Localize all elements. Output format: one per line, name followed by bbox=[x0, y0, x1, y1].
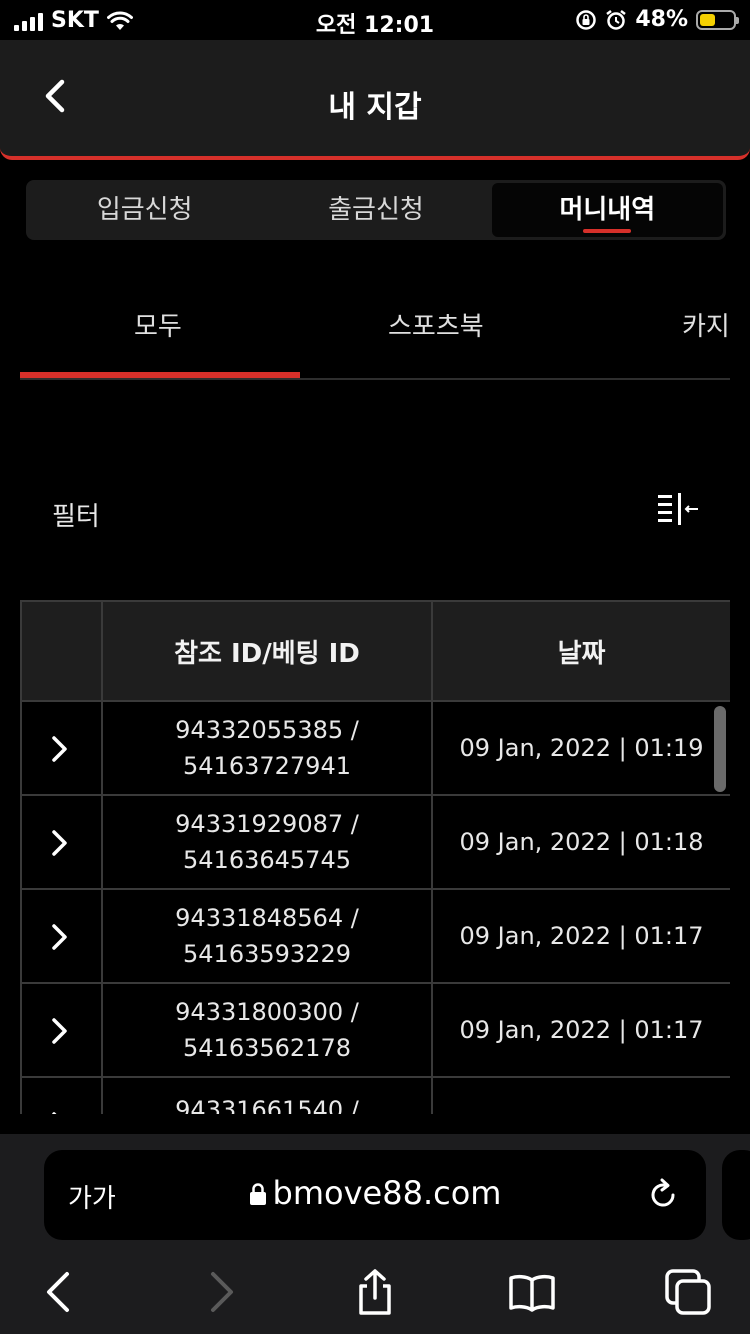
chevron-right-icon[interactable] bbox=[48, 922, 72, 952]
ref-id-cell: 94331929087 / 54163645745 bbox=[101, 794, 433, 890]
date-cell: 09 Jan, 2022 | 01:18 bbox=[431, 794, 730, 890]
ref-id: 94331929087 / bbox=[175, 810, 359, 838]
browser-back-icon[interactable] bbox=[36, 1268, 84, 1316]
battery-level bbox=[700, 13, 716, 26]
filter-label: 필터 bbox=[52, 502, 100, 532]
column-header-date: 날짜 bbox=[431, 600, 730, 702]
bookmarks-icon[interactable] bbox=[508, 1268, 556, 1316]
expand-cell[interactable] bbox=[20, 982, 103, 1078]
table-row[interactable]: 94331661540 / bbox=[20, 1076, 730, 1114]
browser-forward-icon[interactable] bbox=[196, 1268, 244, 1316]
chevron-right-icon[interactable] bbox=[48, 828, 72, 858]
table-row[interactable]: 94331800300 / 54163562178 09 Jan, 2022 |… bbox=[20, 982, 730, 1078]
expand-cell[interactable] bbox=[20, 888, 103, 984]
subtab-casino[interactable]: 카지 bbox=[682, 306, 730, 343]
date-cell: 09 Jan, 2022 | 01:17 bbox=[431, 888, 730, 984]
reload-icon[interactable] bbox=[646, 1178, 680, 1212]
table-scrollbar[interactable] bbox=[714, 706, 726, 792]
chevron-right-icon[interactable] bbox=[48, 1110, 72, 1114]
tab-money-history[interactable]: 머니내역 bbox=[491, 183, 723, 237]
alarm-icon bbox=[606, 9, 627, 30]
browser-chrome: 가가 bmove88.com bbox=[0, 1134, 750, 1334]
tab-label: 머니내역 bbox=[559, 195, 656, 225]
address-bar[interactable]: 가가 bmove88.com bbox=[44, 1150, 706, 1240]
table-row[interactable]: 94332055385 / 54163727941 09 Jan, 2022 |… bbox=[20, 700, 730, 796]
category-tabs: 모두 스포츠북 카지 bbox=[20, 290, 730, 380]
date-cell: 09 Jan, 2022 | 01:19 bbox=[431, 700, 730, 796]
expand-cell[interactable] bbox=[20, 794, 103, 890]
ref-id: 94331661540 / bbox=[175, 1096, 359, 1114]
tabs-icon[interactable] bbox=[664, 1268, 712, 1316]
ref-id: 94331800300 / bbox=[175, 998, 359, 1026]
bet-id: 54163727941 bbox=[183, 752, 351, 780]
chevron-right-icon[interactable] bbox=[48, 734, 72, 764]
table-header-row: 참조 ID/베팅 ID 날짜 bbox=[20, 600, 730, 702]
tab-label: 출금신청 bbox=[328, 195, 424, 225]
expand-cell[interactable] bbox=[20, 1076, 103, 1114]
table-row[interactable]: 94331929087 / 54163645745 09 Jan, 2022 |… bbox=[20, 794, 730, 890]
battery-percentage: 48% bbox=[635, 7, 688, 32]
table-row[interactable]: 94331848564 / 54163593229 09 Jan, 2022 |… bbox=[20, 888, 730, 984]
subtab-sportsbook[interactable]: 스포츠북 bbox=[388, 306, 484, 343]
orientation-lock-icon bbox=[576, 9, 597, 30]
expand-cell[interactable] bbox=[20, 700, 103, 796]
subtab-all[interactable]: 모두 bbox=[134, 306, 182, 343]
filter-collapse-icon[interactable] bbox=[656, 491, 700, 527]
url-display[interactable]: bmove88.com bbox=[44, 1174, 706, 1212]
bet-id: 54163593229 bbox=[183, 940, 351, 968]
tab-deposit-request[interactable]: 입금신청 bbox=[29, 183, 260, 237]
battery-icon bbox=[696, 9, 739, 30]
ref-id-cell: 94331848564 / 54163593229 bbox=[101, 888, 433, 984]
url-text: bmove88.com bbox=[272, 1174, 502, 1212]
share-icon[interactable] bbox=[351, 1268, 399, 1316]
tab-label: 입금신청 bbox=[96, 195, 193, 225]
column-header-ref-id: 참조 ID/베팅 ID bbox=[101, 600, 433, 702]
history-table: 참조 ID/베팅 ID 날짜 94332055385 / 54163727941… bbox=[20, 600, 730, 1114]
wallet-tabs: 입금신청 출금신청 머니내역 bbox=[26, 180, 726, 240]
page-title: 내 지갑 bbox=[328, 90, 422, 125]
ref-id-cell: 94331800300 / 54163562178 bbox=[101, 982, 433, 1078]
lock-icon bbox=[249, 1183, 266, 1205]
next-tab-preview[interactable] bbox=[722, 1150, 750, 1240]
active-tab-indicator bbox=[583, 229, 632, 233]
bet-id: 54163645745 bbox=[183, 846, 351, 874]
chevron-right-icon[interactable] bbox=[48, 1016, 72, 1046]
active-subtab-indicator bbox=[20, 372, 300, 378]
status-bar: SKT 오전 12:01 48% bbox=[0, 0, 750, 40]
ref-id: 94331848564 / bbox=[175, 904, 359, 932]
browser-toolbar bbox=[0, 1262, 750, 1322]
app-header: 내 지갑 bbox=[0, 40, 750, 160]
date-cell: 09 Jan, 2022 | 01:17 bbox=[431, 982, 730, 1078]
date-cell bbox=[431, 1076, 730, 1114]
ref-id-cell: 94331661540 / bbox=[101, 1076, 433, 1114]
column-header-expand bbox=[20, 600, 103, 702]
tab-withdraw-request[interactable]: 출금신청 bbox=[260, 183, 491, 237]
bet-id: 54163562178 bbox=[183, 1034, 351, 1062]
ref-id-cell: 94332055385 / 54163727941 bbox=[101, 700, 433, 796]
ref-id: 94332055385 / bbox=[175, 716, 359, 744]
